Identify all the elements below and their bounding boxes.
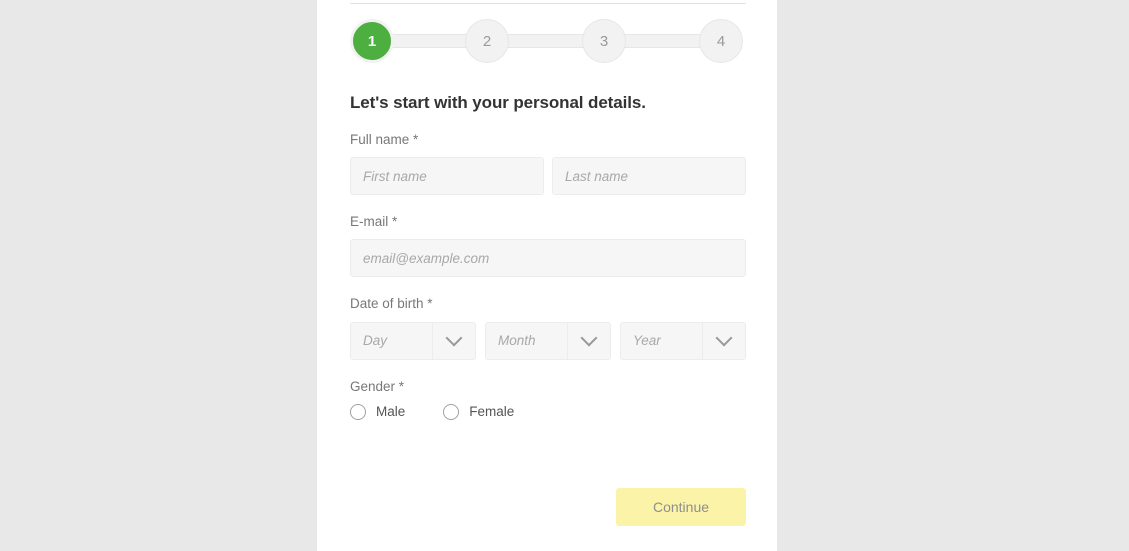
gender-label: Gender *	[350, 379, 746, 395]
gender-option-male[interactable]: Male	[350, 404, 405, 420]
gender-option-female-label: Female	[469, 404, 514, 419]
email-input[interactable]	[350, 239, 746, 277]
gender-option-male-label: Male	[376, 404, 405, 419]
field-group-gender: Gender * Male Female	[350, 379, 746, 420]
continue-button[interactable]: Continue	[616, 488, 746, 526]
gender-option-female[interactable]: Female	[443, 404, 514, 420]
full-name-row	[350, 157, 746, 195]
date-of-birth-label: Date of birth *	[350, 296, 746, 312]
chevron-down-icon	[432, 323, 475, 359]
radio-icon[interactable]	[350, 404, 366, 420]
full-name-label: Full name *	[350, 132, 746, 148]
day-select[interactable]: Day	[350, 322, 476, 360]
year-select-value: Year	[621, 323, 702, 359]
chevron-down-icon	[567, 323, 610, 359]
step-number-4: 4	[717, 34, 725, 49]
step-number-1: 1	[368, 34, 376, 49]
stepper-track	[388, 34, 708, 48]
form-actions: Continue	[350, 488, 746, 526]
first-name-input[interactable]	[350, 157, 544, 195]
field-group-email: E-mail *	[350, 214, 746, 277]
step-number-2: 2	[483, 34, 491, 49]
form-card: 1 2 3 4 Let's start with your personal d…	[317, 0, 777, 551]
gender-radio-group: Male Female	[350, 404, 746, 420]
field-group-full-name: Full name *	[350, 132, 746, 195]
date-of-birth-row: Day Month Year	[350, 322, 746, 360]
step-indicator-1[interactable]: 1	[350, 19, 394, 63]
last-name-input[interactable]	[552, 157, 746, 195]
field-group-date-of-birth: Date of birth * Day Month Year	[350, 296, 746, 359]
step-number-3: 3	[600, 34, 608, 49]
chevron-down-icon	[702, 323, 745, 359]
email-label: E-mail *	[350, 214, 746, 230]
page-title: Let's start with your personal details.	[350, 93, 646, 113]
radio-icon[interactable]	[443, 404, 459, 420]
month-select-value: Month	[486, 323, 567, 359]
day-select-value: Day	[351, 323, 432, 359]
month-select[interactable]: Month	[485, 322, 611, 360]
card-top-divider	[350, 3, 746, 4]
step-indicator-2[interactable]: 2	[465, 19, 509, 63]
step-indicator-3[interactable]: 3	[582, 19, 626, 63]
progress-stepper: 1 2 3 4	[350, 19, 746, 63]
step-indicator-4[interactable]: 4	[699, 19, 743, 63]
year-select[interactable]: Year	[620, 322, 746, 360]
personal-details-form: Full name * E-mail * Date of birth * Day…	[350, 132, 746, 439]
